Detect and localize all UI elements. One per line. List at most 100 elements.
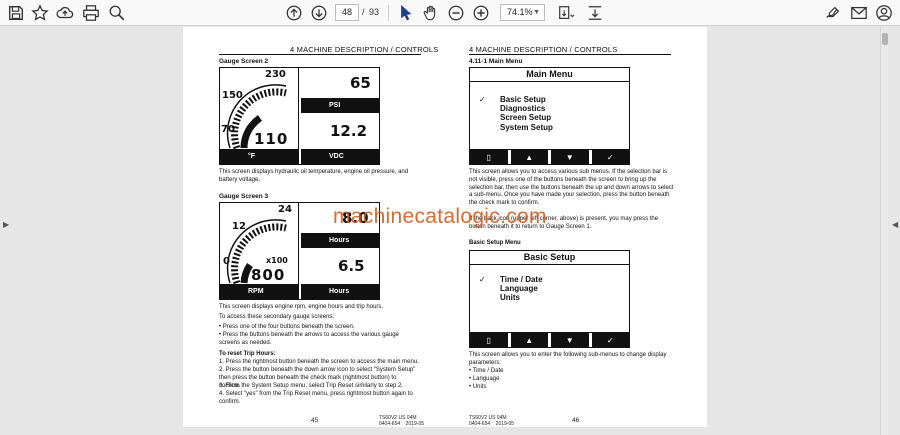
watermark-text: machinecatalogic.com	[333, 205, 547, 228]
dial-unit: °F	[248, 153, 256, 160]
menu-nav-bar: ▯ ▲ ▼ ✓	[470, 332, 629, 347]
dial-value: 110	[254, 130, 289, 148]
trip-hours-unit: Hours	[329, 288, 350, 295]
left-panel-toggle-icon[interactable]: ▶	[3, 220, 9, 229]
access-bullet: • Press the buttons beneath the arrows t…	[219, 332, 399, 346]
back-icon: ▯	[470, 333, 511, 347]
arrow-down-icon: ▼	[551, 333, 592, 347]
arrow-up-icon: ▲	[510, 333, 551, 347]
dial-value: 800	[251, 266, 286, 284]
voltage-value: 12.2	[330, 122, 368, 140]
page-number: 45	[311, 417, 319, 424]
arrow-up-icon: ▲	[510, 150, 551, 164]
print-icon[interactable]	[81, 3, 101, 23]
dial-top-label: 24	[278, 204, 292, 215]
trip-hours-value: 6.5	[338, 257, 365, 275]
bullet-item: • Units	[469, 384, 487, 390]
reset-step: 3. From the System Setup menu, select Tr…	[219, 383, 404, 389]
scroll-mode-icon[interactable]	[585, 3, 605, 23]
upload-icon[interactable]	[55, 3, 75, 23]
section-body: This screen allows you to access various…	[469, 169, 674, 207]
scrollbar-thumb[interactable]	[882, 33, 888, 45]
pressure-value: 65	[350, 74, 371, 92]
menu-nav-bar: ▯ ▲ ▼ ✓	[470, 149, 629, 164]
menu-item: Time / Date	[500, 275, 543, 284]
dial-multiplier: x100	[266, 256, 288, 265]
check-icon: ✓	[591, 150, 629, 164]
zoom-select[interactable]: 74.1% ▼	[500, 4, 545, 21]
pressure-unit-bar: PSI	[301, 98, 379, 113]
trip-hours-unit-bar: Hours	[301, 284, 379, 299]
vertical-scrollbar[interactable]	[880, 27, 888, 435]
menu-title: Basic Setup	[470, 251, 629, 265]
menu-item: Units	[500, 293, 520, 303]
section-body: This screen displays engine rpm, engine …	[219, 304, 384, 310]
menu-item: Screen Setup	[500, 113, 552, 123]
back-icon: ▯	[470, 150, 511, 164]
section-body: This screen displays hydraulic oil tempe…	[219, 169, 409, 183]
bullet-item: • Language	[469, 376, 500, 382]
basic-setup-screen: Basic Setup ✓ Time / Date Language Units…	[469, 250, 630, 348]
menu-title: Main Menu	[470, 68, 629, 82]
reset-step: 4. Select "yes" from the Trip Reset menu…	[219, 391, 413, 405]
menu-items: Basic Setup Diagnostics Screen Setup Sys…	[500, 95, 553, 132]
gauge-dial-panel: 230 150 70 110 °F	[220, 68, 299, 164]
check-icon: ✓	[479, 95, 486, 104]
header-rule	[219, 54, 421, 55]
account-icon[interactable]	[874, 3, 894, 23]
menu-item: Language	[500, 284, 538, 294]
header-rule	[469, 54, 671, 55]
zoom-out-icon[interactable]	[446, 3, 466, 23]
zoom-value: 74.1%	[507, 7, 533, 17]
engine-hours-unit-bar: Hours	[301, 233, 379, 248]
reset-step: 1. Press the rightmost button beneath th…	[219, 359, 419, 365]
dial-unit-bar: RPM	[220, 284, 299, 299]
page-header: 4 MACHINE DESCRIPTION / CONTROLS	[290, 45, 439, 54]
gauge-dial-panel: 24 12 0 x100 800 RPM	[220, 203, 299, 299]
bookmark-star-icon[interactable]	[30, 3, 50, 23]
dial-low-label: 70	[221, 124, 235, 135]
menu-items: Time / Date Language Units	[500, 275, 543, 303]
page-footer-code: TS60V2 US 04M 0404-654 2019-05	[379, 415, 425, 427]
sign-icon[interactable]	[823, 3, 843, 23]
section-title: Basic Setup Menu	[469, 240, 521, 246]
menu-item: System Setup	[500, 122, 553, 132]
access-intro: To access these secondary gauge screens:	[219, 314, 335, 320]
dial-mid-label: 12	[232, 221, 246, 232]
check-icon: ✓	[479, 275, 486, 284]
access-bullet: • Press one of the four buttons beneath …	[219, 324, 355, 330]
page-up-icon[interactable]	[284, 3, 304, 23]
section-body: This screen allows you to enter the foll…	[469, 352, 667, 366]
page-separator: /	[362, 7, 365, 17]
email-icon[interactable]	[849, 3, 869, 23]
hand-pan-icon[interactable]	[421, 3, 441, 23]
section-title: Gauge Screen 3	[219, 193, 269, 200]
voltage-unit: VDC	[329, 153, 344, 160]
zoom-in-icon[interactable]	[471, 3, 491, 23]
page-number-input[interactable]: 48	[335, 4, 359, 21]
toolbar-divider	[388, 5, 389, 21]
menu-item: Diagnostics	[500, 104, 546, 114]
dial-top-label: 230	[265, 69, 286, 80]
pressure-unit: PSI	[329, 102, 341, 109]
reset-title: To reset Trip Hours:	[219, 351, 276, 357]
right-panel-toggle-icon[interactable]: ◀	[892, 220, 898, 229]
check-icon: ✓	[591, 333, 629, 347]
page-down-icon[interactable]	[309, 3, 329, 23]
menu-item: Basic Setup	[500, 95, 546, 104]
dial-low-label: 0	[223, 256, 230, 267]
save-icon[interactable]	[6, 3, 26, 23]
select-cursor-icon[interactable]	[396, 3, 416, 23]
arrow-down-icon: ▼	[551, 150, 592, 164]
page-fit-icon[interactable]	[556, 3, 576, 23]
section-title: 4.11-1 Main Menu	[469, 58, 523, 65]
dial-mid-label: 150	[222, 90, 243, 101]
section-title: Gauge Screen 2	[219, 58, 269, 65]
gauge-screen-2: 230 150 70 110 °F 65 PSI 12.2 VDC	[219, 67, 380, 165]
pdf-toolbar: 48 / 93 74.1% ▼	[0, 0, 900, 26]
zoom-search-icon[interactable]	[107, 3, 127, 23]
page-number: 46	[572, 417, 580, 424]
bullet-item: • Time / Date	[469, 368, 504, 374]
dial-unit: RPM	[248, 288, 264, 295]
engine-hours-unit: Hours	[329, 237, 350, 244]
